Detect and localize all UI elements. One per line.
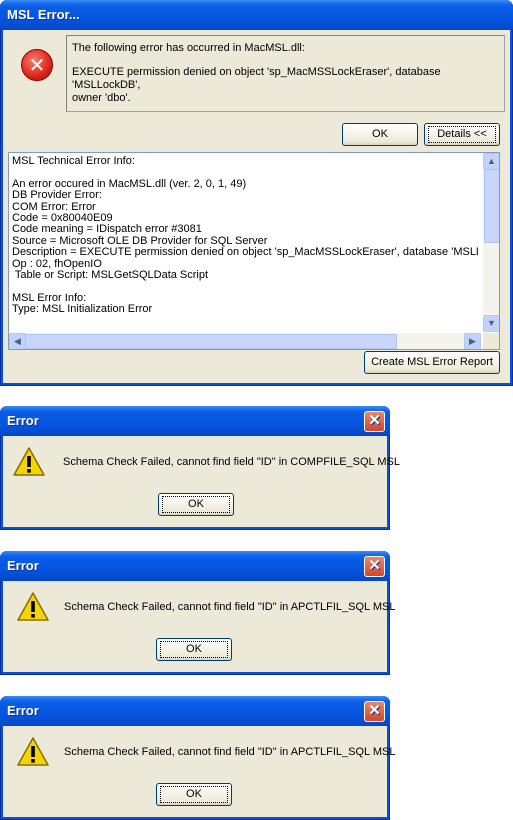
error-dialog-2-client: Schema Check Failed, cannot find field "… <box>3 581 395 672</box>
error-dialog-2-ok-label: OK <box>186 643 202 655</box>
technical-info-textarea[interactable]: MSL Technical Error Info: An error occur… <box>8 152 500 350</box>
scroll-down-icon[interactable]: ▼ <box>483 315 499 332</box>
error-dialog-1-ok-label: OK <box>188 498 204 510</box>
error-dialog-2-message: Schema Check Failed, cannot find field "… <box>64 601 396 613</box>
error-dialog-1-ok-focus: OK <box>162 496 230 513</box>
error-dialog-2-title: Error <box>7 558 39 573</box>
technical-info-line: MSL Technical Error Info: <box>12 156 135 167</box>
details-button[interactable]: Details << <box>424 123 500 146</box>
error-dialog-1-client: Schema Check Failed, cannot find field "… <box>3 436 400 527</box>
error-dialog-3: Error ✕ Schema Check Failed, cannot find… <box>0 696 395 820</box>
scroll-corner <box>483 333 499 349</box>
technical-info-line: Table or Script: MSLGetSQLData Script <box>12 269 209 282</box>
vertical-scrollbar[interactable]: ▲ ▼ <box>483 153 499 332</box>
technical-info-text: MSL Technical Error Info: An error occur… <box>12 156 478 330</box>
close-icon[interactable]: ✕ <box>364 556 385 577</box>
create-report-button[interactable]: Create MSL Error Report <box>364 351 500 374</box>
ok-button-label: OK <box>372 128 388 140</box>
vertical-scroll-thumb[interactable] <box>484 169 499 243</box>
technical-info-line: Type: MSL Initialization Error <box>12 303 153 316</box>
msl-error-window: MSL Error... ✕ The following error has o… <box>0 0 513 386</box>
scroll-left-icon[interactable]: ◀ <box>9 333 26 349</box>
error-dialog-2-ok-button[interactable]: OK <box>156 638 232 661</box>
warning-icon <box>17 737 49 766</box>
ok-button[interactable]: OK <box>342 123 418 146</box>
error-dialog-2-ok-focus: OK <box>160 641 228 658</box>
error-dialog-3-client: Schema Check Failed, cannot find field "… <box>3 726 395 817</box>
scroll-up-icon[interactable]: ▲ <box>483 153 499 170</box>
close-icon[interactable]: ✕ <box>364 411 385 432</box>
error-dialog-1: Error ✕ Schema Check Failed, cannot find… <box>0 406 400 530</box>
error-dialog-1-ok-button[interactable]: OK <box>158 493 234 516</box>
error-x-icon: ✕ <box>21 49 53 81</box>
error-message-line2: EXECUTE permission denied on object 'sp_… <box>72 66 441 104</box>
warning-icon <box>13 447 45 476</box>
error-dialog-1-title-bar[interactable]: Error ✕ <box>0 406 390 436</box>
msl-error-title: MSL Error... <box>7 7 80 22</box>
details-button-label: Details << <box>437 128 487 140</box>
technical-info-line: Description = EXECUTE permission denied … <box>12 246 478 259</box>
error-dialog-3-message: Schema Check Failed, cannot find field "… <box>64 746 396 758</box>
error-dialog-1-title: Error <box>7 413 39 428</box>
error-dialog-2: Error ✕ Schema Check Failed, cannot find… <box>0 551 395 675</box>
details-button-focus: Details << <box>428 126 496 143</box>
horizontal-scrollbar[interactable]: ◀ ▶ <box>9 333 481 349</box>
error-dialog-3-ok-focus: OK <box>160 786 228 803</box>
msl-error-title-bar[interactable]: MSL Error... <box>0 0 513 30</box>
horizontal-scroll-thumb[interactable] <box>25 334 397 349</box>
msl-error-client: ✕ The following error has occurred in Ma… <box>3 30 510 383</box>
create-report-label: Create MSL Error Report <box>371 356 493 368</box>
error-message-box: The following error has occurred in MacM… <box>66 35 505 112</box>
warning-icon <box>17 592 49 621</box>
close-icon[interactable]: ✕ <box>364 701 385 722</box>
error-dialog-3-ok-button[interactable]: OK <box>156 783 232 806</box>
error-message-line1: The following error has occurred in MacM… <box>72 42 305 54</box>
error-dialog-2-title-bar[interactable]: Error ✕ <box>0 551 390 581</box>
error-dialog-1-message: Schema Check Failed, cannot find field "… <box>63 456 400 468</box>
error-dialog-3-title: Error <box>7 703 39 718</box>
technical-info-line: DB Provider Error: <box>12 189 102 202</box>
error-dialog-3-title-bar[interactable]: Error ✕ <box>0 696 390 726</box>
error-dialog-3-ok-label: OK <box>186 788 202 800</box>
scroll-right-icon[interactable]: ▶ <box>464 333 481 349</box>
